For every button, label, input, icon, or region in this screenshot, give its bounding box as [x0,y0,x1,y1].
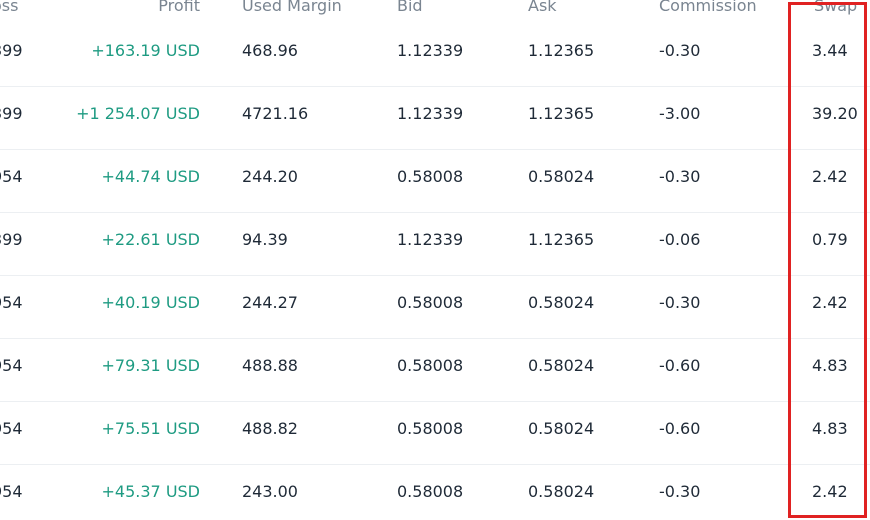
commission-cell: -0.30 [659,167,701,186]
bid-cell: 0.58008 [397,356,464,375]
header-profit[interactable]: Profit [40,0,200,18]
table-row[interactable]: 954 +75.51 USD 488.82 0.58008 0.58024 -0… [0,402,870,465]
table-row[interactable]: 399 +163.19 USD 468.96 1.12339 1.12365 -… [0,24,870,87]
commission-cell: -0.30 [659,482,701,501]
loss-cell: 954 [0,293,23,312]
bid-cell: 1.12339 [397,104,464,123]
swap-cell: 2.42 [812,293,848,312]
table-row[interactable]: 954 +40.19 USD 244.27 0.58008 0.58024 -0… [0,276,870,339]
swap-cell: 2.42 [812,167,848,186]
profit-cell: +163.19 USD [91,41,200,60]
profit-cell: +22.61 USD [101,230,200,249]
bid-cell: 0.58008 [397,419,464,438]
header-commission[interactable]: Commission [659,0,757,18]
loss-cell: 399 [0,230,23,249]
header-ask[interactable]: Ask [528,0,557,18]
header-swap[interactable]: Swap [814,0,857,18]
used-margin-cell: 243.00 [242,482,298,501]
profit-cell: +1 254.07 USD [76,104,200,123]
loss-cell: 954 [0,167,23,186]
used-margin-cell: 488.88 [242,356,298,375]
commission-cell: -0.30 [659,41,701,60]
ask-cell: 0.58024 [528,419,595,438]
positions-table: oss Profit Used Margin Bid Ask Commissio… [0,0,870,520]
commission-cell: -0.60 [659,419,701,438]
loss-cell: 954 [0,356,23,375]
used-margin-cell: 468.96 [242,41,298,60]
loss-cell: 399 [0,104,23,123]
swap-cell: 2.42 [812,482,848,501]
profit-cell: +44.74 USD [101,167,200,186]
header-used-margin[interactable]: Used Margin [242,0,342,18]
profit-cell: +45.37 USD [101,482,200,501]
used-margin-cell: 94.39 [242,230,288,249]
swap-cell: 4.83 [812,356,848,375]
commission-cell: -3.00 [659,104,701,123]
table-row[interactable]: 954 +44.74 USD 244.20 0.58008 0.58024 -0… [0,150,870,213]
commission-cell: -0.60 [659,356,701,375]
commission-cell: -0.06 [659,230,701,249]
loss-cell: 954 [0,419,23,438]
loss-cell: 954 [0,482,23,501]
swap-cell: 0.79 [812,230,848,249]
ask-cell: 1.12365 [528,230,595,249]
bid-cell: 0.58008 [397,167,464,186]
header-loss[interactable]: oss [0,0,18,18]
profit-cell: +40.19 USD [101,293,200,312]
swap-cell: 3.44 [812,41,848,60]
bid-cell: 0.58008 [397,293,464,312]
commission-cell: -0.30 [659,293,701,312]
bid-cell: 1.12339 [397,41,464,60]
swap-cell: 4.83 [812,419,848,438]
table-header: oss Profit Used Margin Bid Ask Commissio… [0,0,870,24]
table-row[interactable]: 399 +1 254.07 USD 4721.16 1.12339 1.1236… [0,87,870,150]
ask-cell: 1.12365 [528,104,595,123]
ask-cell: 0.58024 [528,293,595,312]
profit-cell: +75.51 USD [101,419,200,438]
bid-cell: 1.12339 [397,230,464,249]
table-row[interactable]: 954 +79.31 USD 488.88 0.58008 0.58024 -0… [0,339,870,402]
table-row[interactable]: 954 +45.37 USD 243.00 0.58008 0.58024 -0… [0,465,870,520]
used-margin-cell: 244.27 [242,293,298,312]
table-row[interactable]: 399 +22.61 USD 94.39 1.12339 1.12365 -0.… [0,213,870,276]
swap-cell: 39.20 [812,104,858,123]
loss-cell: 399 [0,41,23,60]
ask-cell: 1.12365 [528,41,595,60]
used-margin-cell: 488.82 [242,419,298,438]
profit-cell: +79.31 USD [101,356,200,375]
bid-cell: 0.58008 [397,482,464,501]
ask-cell: 0.58024 [528,356,595,375]
used-margin-cell: 4721.16 [242,104,309,123]
ask-cell: 0.58024 [528,167,595,186]
ask-cell: 0.58024 [528,482,595,501]
used-margin-cell: 244.20 [242,167,298,186]
header-bid[interactable]: Bid [397,0,423,18]
